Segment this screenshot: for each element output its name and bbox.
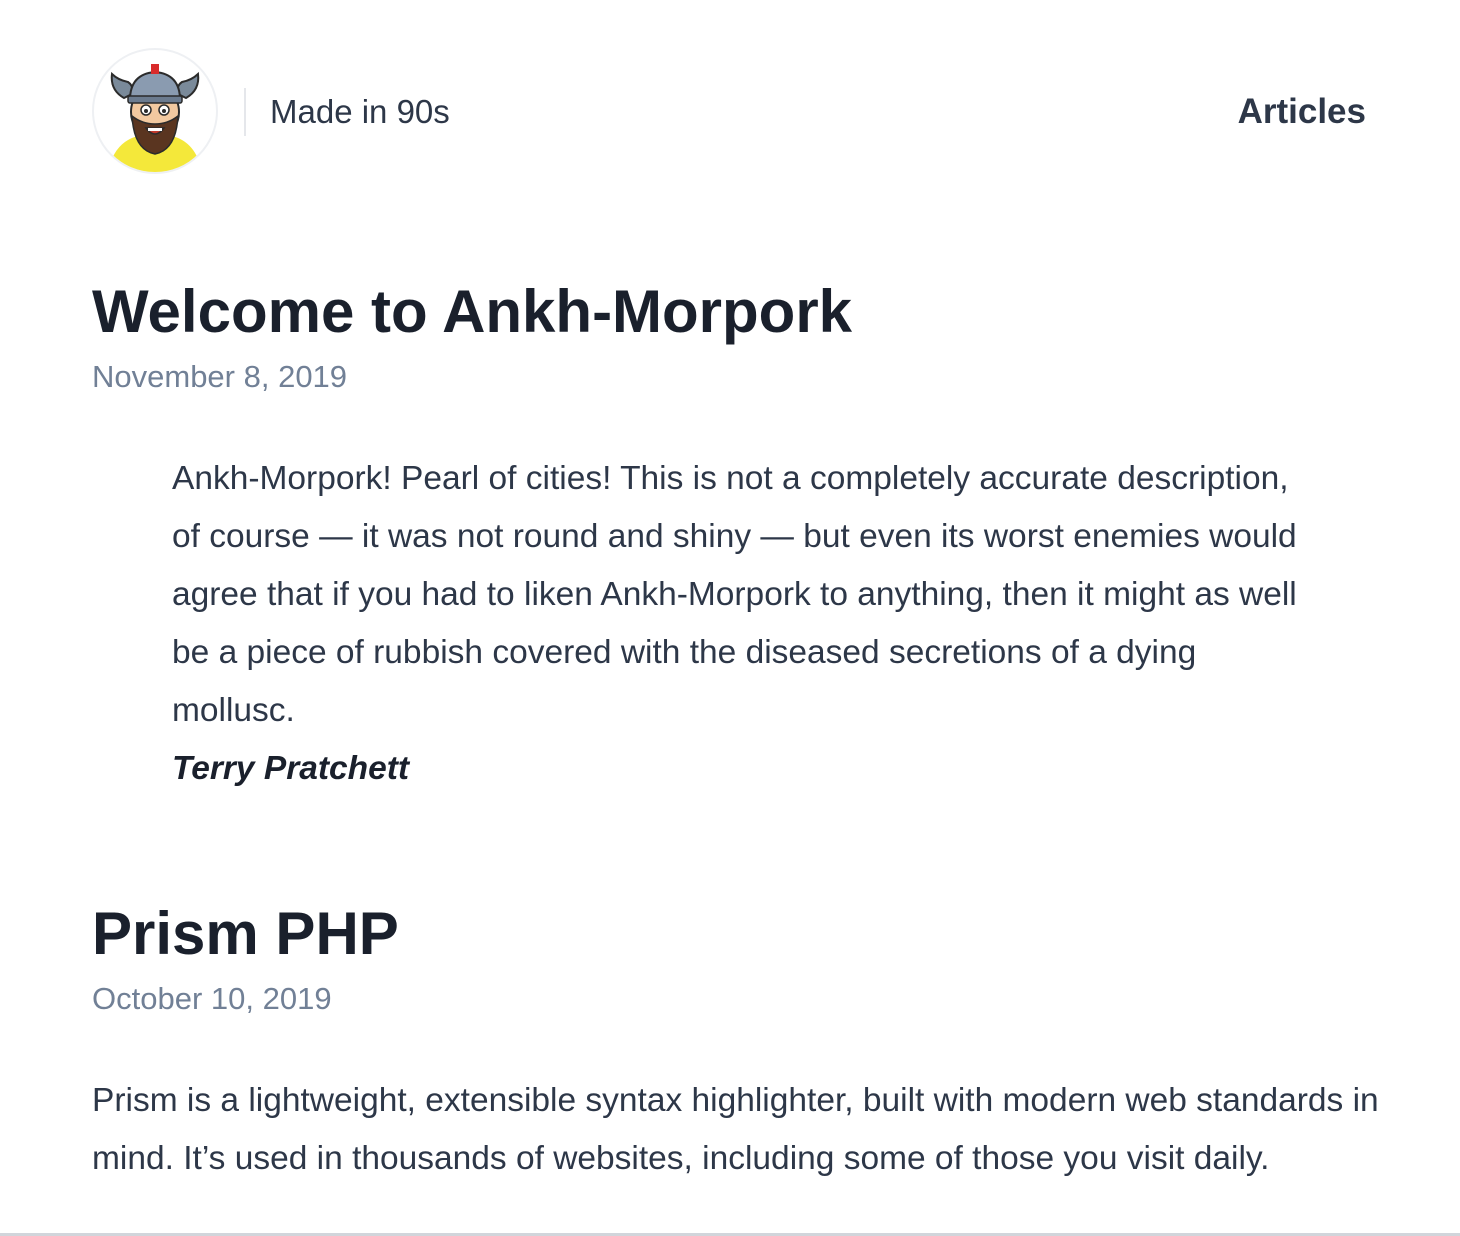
post-quote: Ankh-Morpork! Pearl of cities! This is n… <box>172 450 1322 798</box>
post-excerpt: Prism is a lightweight, extensible synta… <box>92 1082 1379 1177</box>
avatar[interactable] <box>92 48 218 174</box>
header-divider <box>244 88 246 136</box>
nav-articles-link[interactable]: Articles <box>1238 92 1366 132</box>
post-title[interactable]: Welcome to Ankh-Morpork <box>92 276 1366 348</box>
post-prism-php: Prism PHP October 10, 2019 <box>92 898 1366 1018</box>
quote-text: Ankh-Morpork! Pearl of cities! This is n… <box>172 460 1297 729</box>
viking-avatar-icon <box>108 64 202 172</box>
post-date: October 10, 2019 <box>92 981 332 1016</box>
quote-author: Terry Pratchett <box>172 750 410 787</box>
site-header: Made in 90s Articles <box>92 48 1366 176</box>
post-title[interactable]: Prism PHP <box>92 898 1366 970</box>
post-ankh-morpork: Welcome to Ankh-Morpork November 8, 2019 <box>92 276 1366 396</box>
site-name: Made in 90s <box>270 93 450 130</box>
post-date: November 8, 2019 <box>92 359 348 394</box>
